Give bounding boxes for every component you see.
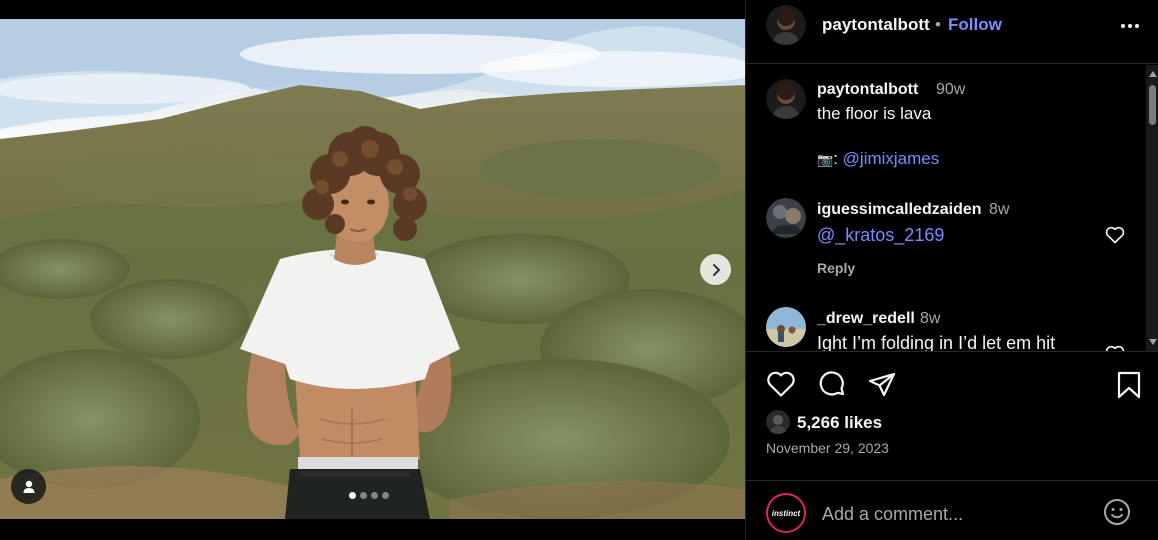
post-photo-image	[0, 19, 745, 519]
send-icon	[868, 372, 896, 397]
scroll-thumb[interactable]	[1149, 85, 1156, 125]
comment-avatar-image	[766, 307, 806, 347]
more-horizontal-icon	[1121, 24, 1139, 28]
likes-count[interactable]: 5,266 likes	[797, 413, 882, 433]
person-icon	[23, 480, 34, 493]
comment-input[interactable]	[822, 502, 1092, 526]
caption-credit-mention[interactable]: @jimixjames	[843, 149, 940, 168]
author-avatar-image	[766, 5, 806, 45]
post-photo[interactable]	[0, 19, 745, 519]
smiley-icon	[1104, 499, 1130, 525]
carousel-dot	[349, 492, 356, 499]
caption-username[interactable]: paytontalbott	[817, 81, 918, 99]
comment-text[interactable]: @_kratos_2169	[817, 225, 944, 246]
comment-avatar[interactable]	[766, 307, 806, 347]
comment-avatar-image	[766, 198, 806, 238]
more-options-button[interactable]	[1115, 16, 1145, 36]
reply-button[interactable]: Reply	[817, 260, 855, 276]
carousel-dot	[382, 492, 389, 499]
comments-list[interactable]: paytontalbott 90w the floor is lava 📷: @…	[746, 65, 1146, 351]
next-image-button[interactable]	[700, 254, 731, 285]
chevron-right-icon	[712, 263, 720, 276]
tagged-people-button[interactable]	[11, 469, 46, 504]
emoji-picker-button[interactable]	[1103, 498, 1131, 531]
caption-time[interactable]: 90w	[936, 81, 965, 99]
carousel-dots	[349, 492, 389, 499]
author-username[interactable]: paytontalbott	[822, 15, 930, 35]
comments-scrollbar[interactable]	[1146, 65, 1158, 351]
comment-username[interactable]: _drew_redell	[817, 310, 915, 328]
comment-icon	[819, 371, 845, 396]
post-media	[0, 0, 745, 540]
scroll-up-arrow-icon[interactable]	[1149, 71, 1157, 77]
viewer-avatar-logo: instinct	[771, 508, 801, 518]
carousel-dot	[371, 492, 378, 499]
caption-avatar[interactable]	[766, 79, 806, 119]
follow-button[interactable]: Follow	[948, 15, 1002, 35]
like-button[interactable]	[766, 370, 796, 403]
comment-text: Ight I’m folding in I’d let em hit	[817, 333, 1056, 351]
caption-credit-line: 📷: @jimixjames	[817, 149, 939, 169]
comment-like-button[interactable]	[1105, 226, 1125, 249]
comment-button[interactable]	[817, 370, 847, 405]
comment-username[interactable]: iguessimcalledzaiden	[817, 201, 982, 219]
follow-separator: •	[935, 15, 941, 34]
comment-composer: instinct	[746, 480, 1158, 540]
comment-time[interactable]: 8w	[989, 201, 1009, 219]
comment-avatar[interactable]	[766, 198, 806, 238]
post-date[interactable]: November 29, 2023	[766, 440, 889, 456]
bookmark-icon	[1117, 371, 1141, 399]
save-button[interactable]	[1115, 370, 1143, 405]
caption-avatar-image	[766, 79, 806, 119]
heart-icon	[1105, 226, 1125, 244]
comment-time[interactable]: 8w	[920, 310, 940, 328]
camera-emoji: 📷	[817, 152, 834, 167]
scroll-down-arrow-icon[interactable]	[1149, 339, 1157, 345]
share-button[interactable]	[867, 370, 897, 405]
caption-credit-separator: :	[833, 149, 838, 168]
caption-text: the floor is lava	[817, 104, 932, 123]
post-header: paytontalbott • Follow	[746, 0, 1158, 64]
author-avatar[interactable]	[766, 5, 806, 45]
post-actions: 5,266 likes November 29, 2023	[746, 351, 1158, 471]
heart-icon	[767, 371, 795, 397]
liked-by-avatar-image	[766, 410, 790, 434]
post-side-panel: paytontalbott • Follow paytontalbott 90w…	[745, 0, 1158, 540]
liked-by-avatar[interactable]	[766, 410, 790, 434]
carousel-dot	[360, 492, 367, 499]
viewer-avatar[interactable]: instinct	[766, 493, 806, 533]
